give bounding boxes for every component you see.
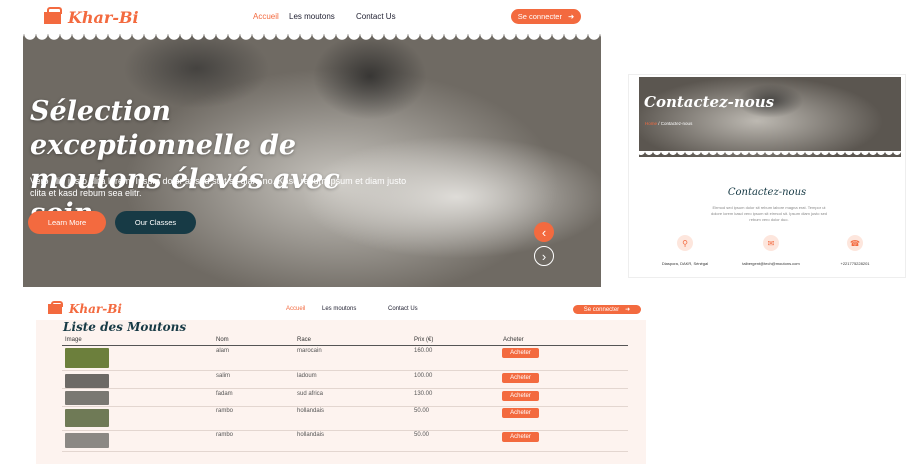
hero-text: Vero elitr justo clita lorem. Ipsum dolo… <box>30 176 407 198</box>
navbar: Khar-Bi Accueil Les moutons Contact Us S… <box>36 298 646 320</box>
sheep-name: alam <box>216 348 230 354</box>
buy-button[interactable]: Acheter <box>502 373 539 383</box>
login-label: Se connecter <box>517 12 562 21</box>
buy-button[interactable]: Acheter <box>502 348 539 358</box>
sheep-thumbnail <box>65 409 109 427</box>
sheep-race: ladoum <box>297 373 317 379</box>
brand-name: Khar-Bi <box>69 302 122 316</box>
brand-name: Khar-Bi <box>68 8 139 27</box>
page-title: Liste des Moutons <box>63 320 187 334</box>
sheep-price: 160.00 <box>414 348 433 354</box>
shop-bag-icon <box>48 300 64 314</box>
column-header-price: Prix (€) <box>414 337 434 343</box>
buy-button[interactable]: Acheter <box>502 391 539 401</box>
sheep-price: 50.00 <box>414 432 430 438</box>
nav-home[interactable]: Accueil <box>253 12 279 21</box>
sheep-thumbnail <box>65 433 109 448</box>
sheep-race: sud africa <box>297 391 324 397</box>
carousel-next-button[interactable]: › <box>534 246 554 266</box>
contact-screenshot: Contactez-nous Home / Contactez-nous Con… <box>628 74 906 278</box>
our-classes-button[interactable]: Our Classes <box>115 211 196 234</box>
sheep-race: hollandais <box>297 432 325 438</box>
login-label: Se connecter <box>583 306 620 313</box>
phone-icon: ☎ <box>847 235 863 251</box>
arrow-right-icon: ➜ <box>567 12 575 21</box>
row-divider <box>62 451 628 452</box>
contact-address: Diaspora, DAKR, Sénégal <box>661 261 709 266</box>
row-divider <box>62 388 628 389</box>
arrow-right-icon: ➜ <box>625 307 631 313</box>
sheep-thumbnail <box>65 348 109 368</box>
brand-logo[interactable]: Khar-Bi <box>48 300 122 316</box>
nav-sheep[interactable]: Les moutons <box>289 12 335 21</box>
carousel-prev-button[interactable]: ‹ <box>534 222 554 242</box>
sheep-race: marocain <box>297 348 322 354</box>
sheep-name: rambo <box>216 432 234 438</box>
hero-screenshot: Khar-Bi Accueil Les moutons Contact Us S… <box>12 0 601 287</box>
location-pin-icon: ⚲ <box>677 235 693 251</box>
navbar: Khar-Bi Accueil Les moutons Contact Us S… <box>12 0 601 34</box>
scallop-divider <box>629 151 905 161</box>
breadcrumb-home[interactable]: Home <box>645 121 657 126</box>
scallop-divider <box>12 34 601 44</box>
sheep-race: hollandais <box>297 408 325 414</box>
column-header-name: Nom <box>216 337 229 343</box>
nav-sheep[interactable]: Les moutons <box>322 306 356 312</box>
table-header-divider <box>62 345 628 346</box>
sheep-price: 100.00 <box>414 373 433 379</box>
sheep-price: 130.00 <box>414 391 433 397</box>
column-header-race: Race <box>297 337 312 343</box>
sheep-thumbnail <box>65 374 109 388</box>
breadcrumb: Home / Contactez-nous <box>645 121 692 126</box>
breadcrumb-current: Contactez-nous <box>660 121 693 126</box>
contact-section-title: Contactez-nous <box>727 187 807 198</box>
contact-phone[interactable]: +221775228201 <box>815 261 895 266</box>
row-divider <box>62 430 628 431</box>
chevron-left-icon: ‹ <box>541 224 547 240</box>
contact-hero-image <box>639 77 901 157</box>
row-divider <box>62 370 628 371</box>
row-divider <box>62 406 628 407</box>
nav-contact[interactable]: Contact Us <box>388 306 418 312</box>
learn-more-button[interactable]: Learn More <box>28 211 106 234</box>
chevron-right-icon: › <box>541 248 547 264</box>
brand-logo[interactable]: Khar-Bi <box>44 7 139 27</box>
shop-bag-icon <box>44 7 62 24</box>
contact-description: Eirmod sed ipsum dolor sit rebum labore … <box>710 205 828 222</box>
sheep-name: fadam <box>216 391 233 397</box>
sheep-name: rambo <box>216 408 234 414</box>
login-button[interactable]: Se connecter ➜ <box>573 305 641 314</box>
contact-hero-title: Contactez-nous <box>644 93 775 111</box>
sheep-name: salim <box>216 373 231 379</box>
column-header-buy: Acheter <box>503 337 524 343</box>
nav-contact[interactable]: Contact Us <box>356 12 396 21</box>
login-button[interactable]: Se connecter ➜ <box>511 9 581 24</box>
sheep-thumbnail <box>65 391 109 405</box>
nav-home[interactable]: Accueil <box>286 306 305 312</box>
contact-email[interactable]: talbergent@tech@moutons.com <box>731 261 811 266</box>
column-header-image: Image <box>65 337 82 343</box>
buy-button[interactable]: Acheter <box>502 432 539 442</box>
envelope-icon: ✉ <box>763 235 779 251</box>
sheep-list-screenshot: Khar-Bi Accueil Les moutons Contact Us S… <box>36 298 646 464</box>
buy-button[interactable]: Acheter <box>502 408 539 418</box>
sheep-price: 50.00 <box>414 408 430 414</box>
